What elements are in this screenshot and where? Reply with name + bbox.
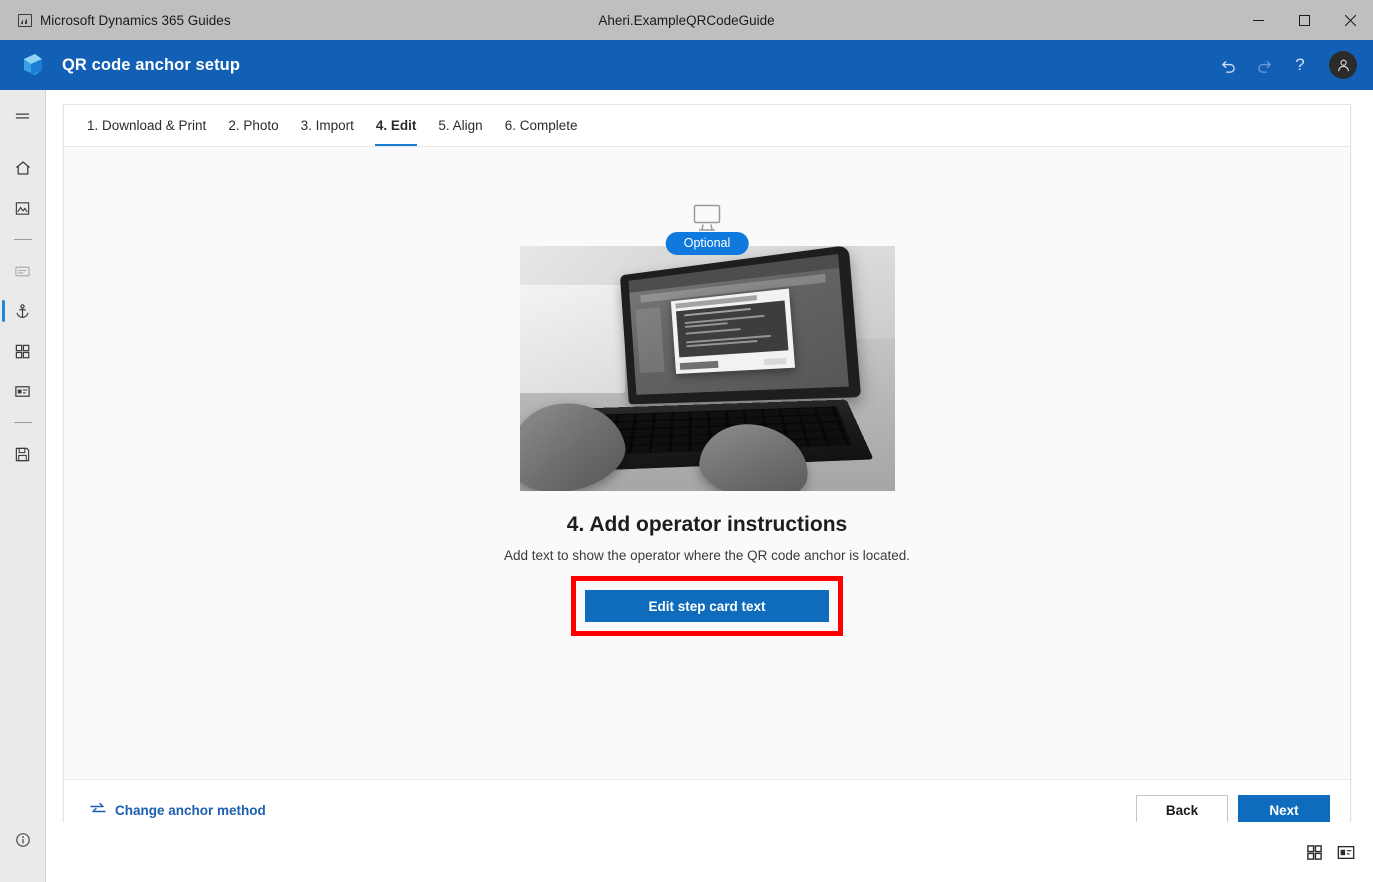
- card-view-icon[interactable]: [1337, 844, 1355, 861]
- maximize-restore-button[interactable]: [1281, 0, 1327, 40]
- window-controls: [953, 0, 1373, 40]
- step-heading: 4. Add operator instructions: [566, 513, 848, 536]
- user-avatar-icon[interactable]: [1329, 51, 1357, 79]
- redo-icon[interactable]: [1247, 48, 1281, 82]
- step-description: Add text to show the operator where the …: [504, 548, 910, 563]
- wizard-step-tabs: 1. Download & Print 2. Photo 3. Import 4…: [64, 105, 1350, 147]
- tab-import[interactable]: 3. Import: [290, 105, 365, 146]
- change-anchor-method-button[interactable]: Change anchor method: [84, 802, 266, 819]
- dynamics-guides-logo-icon: [18, 50, 48, 80]
- app-icon: [18, 13, 32, 27]
- status-badge: Optional: [665, 232, 749, 255]
- sidebar-item-save[interactable]: [0, 434, 46, 474]
- tab-align[interactable]: 5. Align: [427, 105, 493, 146]
- undo-icon[interactable]: [1211, 48, 1245, 82]
- tab-photo[interactable]: 2. Photo: [217, 105, 289, 146]
- tab-complete[interactable]: 6. Complete: [494, 105, 589, 146]
- tab-download-print[interactable]: 1. Download & Print: [76, 105, 217, 146]
- app-header-bar: QR code anchor setup ?: [0, 40, 1373, 90]
- sidebar-item-assets[interactable]: [0, 371, 46, 411]
- window-titlebar: Microsoft Dynamics 365 Guides Aheri.Exam…: [0, 0, 1373, 40]
- swap-arrows-icon: [90, 802, 106, 819]
- close-button[interactable]: [1327, 0, 1373, 40]
- sidebar-item-home[interactable]: [0, 148, 46, 188]
- sidebar-item-hamburger-menu[interactable]: [0, 96, 46, 136]
- page-title: QR code anchor setup: [62, 55, 241, 74]
- titlebar-app-identity: Microsoft Dynamics 365 Guides: [0, 13, 420, 28]
- sidebar-item-apps[interactable]: [0, 331, 46, 371]
- status-bar: [46, 822, 1373, 882]
- minimize-button[interactable]: [1235, 0, 1281, 40]
- rail-divider-2: [13, 422, 32, 423]
- primary-action-wrapper: Edit step card text: [571, 576, 843, 637]
- instruction-photo: [519, 246, 895, 491]
- edit-step-card-text-button[interactable]: Edit step card text: [585, 590, 829, 623]
- step-media: Optional: [519, 232, 895, 491]
- app-name-label: Microsoft Dynamics 365 Guides: [40, 12, 231, 28]
- sidebar-item-anchor[interactable]: [0, 291, 46, 331]
- rail-divider-1: [13, 239, 32, 240]
- sidebar-item-media[interactable]: [0, 188, 46, 228]
- change-anchor-method-label: Change anchor method: [115, 803, 266, 818]
- wizard-step-content: Optional 4. Add operator instructions Ad…: [64, 147, 1350, 779]
- left-navigation-rail: [0, 90, 46, 882]
- help-button[interactable]: ?: [1283, 48, 1317, 82]
- sidebar-item-step-card[interactable]: [0, 251, 46, 291]
- window-document-title: Aheri.ExampleQRCodeGuide: [598, 12, 775, 28]
- tab-edit[interactable]: 4. Edit: [365, 105, 428, 146]
- grid-view-icon[interactable]: [1306, 844, 1323, 861]
- app-header-actions: ?: [1211, 48, 1373, 82]
- wizard-panel: 1. Download & Print 2. Photo 3. Import 4…: [63, 104, 1351, 841]
- info-circle-icon[interactable]: [0, 820, 46, 860]
